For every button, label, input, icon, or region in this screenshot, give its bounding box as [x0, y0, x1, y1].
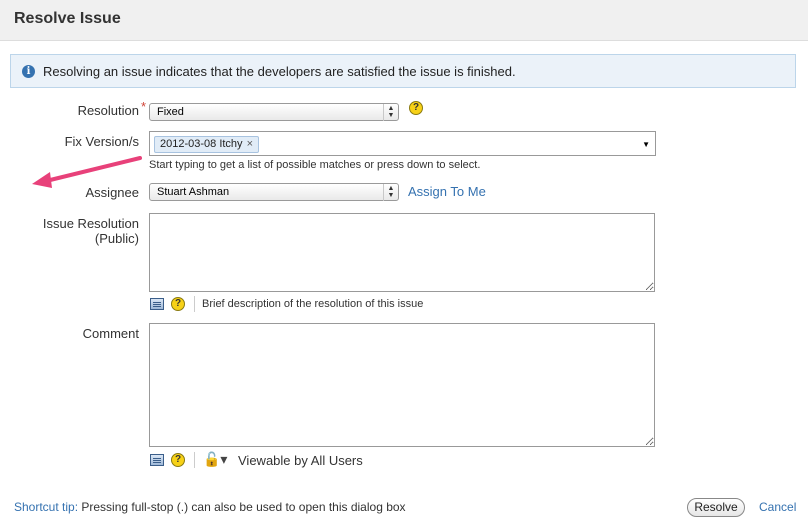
wiki-markup-icon[interactable] [150, 454, 164, 466]
help-icon[interactable]: ? [171, 297, 185, 311]
divider [194, 452, 195, 468]
remove-chip-icon[interactable]: × [247, 138, 253, 150]
select-arrows-icon: ▲ ▼ [383, 104, 398, 121]
issue-resolution-textarea[interactable] [149, 213, 655, 292]
wiki-markup-icon[interactable] [150, 298, 164, 310]
comment-textarea[interactable] [149, 323, 655, 447]
divider [194, 296, 195, 312]
shortcut-tip-text: Pressing full-stop (.) can also be used … [78, 500, 406, 514]
annotation-arrow-icon [32, 156, 142, 188]
resolution-select[interactable]: Fixed ▲ ▼ [149, 103, 399, 121]
dropdown-arrow-icon[interactable]: ▼ [642, 140, 650, 149]
visibility-lock-icon[interactable]: 🔓▾ [203, 451, 227, 468]
fix-version-picker[interactable]: 2012-03-08 Itchy × ▼ [149, 131, 656, 156]
dialog-header: Resolve Issue [0, 0, 808, 41]
resolve-button[interactable]: Resolve [687, 498, 745, 517]
assignee-selected-value: Stuart Ashman [157, 186, 230, 198]
assignee-select[interactable]: Stuart Ashman ▲ ▼ [149, 183, 399, 201]
issue-resolution-label-line1: Issue Resolution [42, 216, 139, 231]
required-marker: * [141, 99, 147, 114]
cancel-link[interactable]: Cancel [759, 500, 796, 514]
comment-visibility-label[interactable]: Viewable by All Users [238, 453, 363, 468]
info-message-box: i Resolving an issue indicates that the … [10, 54, 796, 88]
issue-resolution-label: Issue Resolution (Public) [43, 216, 139, 246]
issue-resolution-hint: Brief description of the resolution of t… [202, 298, 424, 310]
resolution-selected-value: Fixed [157, 106, 184, 118]
resolution-label: Resolution [77, 103, 139, 118]
help-icon[interactable]: ? [171, 453, 185, 467]
fix-version-chip: 2012-03-08 Itchy × [154, 136, 259, 153]
help-icon[interactable]: ? [409, 101, 423, 115]
issue-resolution-label-line2: (Public) [94, 231, 139, 246]
shortcut-tip-label: Shortcut tip: [14, 500, 79, 514]
fix-version-chip-label: 2012-03-08 Itchy [160, 138, 243, 150]
select-arrows-icon: ▲ ▼ [383, 184, 398, 201]
comment-label: Comment [82, 326, 139, 341]
fix-version-label: Fix Version/s [64, 134, 139, 149]
info-icon: i [22, 65, 35, 78]
shortcut-tip: Shortcut tip: Pressing full-stop (.) can… [14, 500, 406, 514]
info-message: Resolving an issue indicates that the de… [43, 64, 516, 79]
fix-version-hint: Start typing to get a list of possible m… [149, 159, 481, 171]
assign-to-me-link[interactable]: Assign To Me [408, 184, 486, 199]
dialog-title: Resolve Issue [14, 10, 121, 27]
